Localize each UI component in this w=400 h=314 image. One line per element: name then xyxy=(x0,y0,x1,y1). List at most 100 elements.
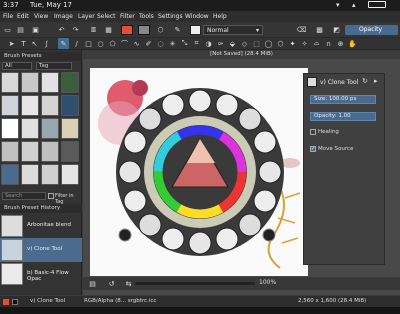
history-item[interactable]: Arbonitae blend xyxy=(0,214,82,238)
preset-search-input[interactable]: Search xyxy=(2,192,46,200)
menu-bar: File Edit View Image Layer Select Filter… xyxy=(0,11,400,22)
menu-window[interactable]: Window xyxy=(185,13,209,20)
mirror-icon[interactable]: ⇆ xyxy=(123,278,134,289)
background-color-swatch[interactable] xyxy=(138,25,150,35)
zoom-tool-icon[interactable]: ⊕ xyxy=(335,38,346,49)
zoom-level[interactable]: 100% xyxy=(259,279,276,286)
preset-tile[interactable] xyxy=(61,141,79,162)
menu-view[interactable]: View xyxy=(34,13,48,20)
reload-icon[interactable]: ↻ xyxy=(362,77,368,85)
color-picker-tool-icon[interactable]: ✑ xyxy=(215,38,226,49)
open-document-icon[interactable]: ▤ xyxy=(15,24,26,35)
menu-filter[interactable]: Filter xyxy=(120,13,135,20)
contiguous-select-tool-icon[interactable]: ✦ xyxy=(287,38,298,49)
assistant-tool-icon[interactable]: ◇ xyxy=(239,38,250,49)
preset-tile[interactable] xyxy=(41,72,59,93)
tag-button[interactable]: Tag xyxy=(36,62,72,70)
preset-tile[interactable] xyxy=(21,95,39,116)
freehand-path-tool-icon[interactable]: ✐ xyxy=(143,38,154,49)
palette-settings-icon[interactable] xyxy=(118,228,132,242)
eraser-mode-icon[interactable]: ⌫ xyxy=(296,24,307,35)
popup-palette[interactable] xyxy=(107,87,293,257)
ellipse-tool-icon[interactable]: ○ xyxy=(95,38,106,49)
text-tool-icon[interactable]: T xyxy=(18,38,29,49)
healing-checkbox[interactable] xyxy=(310,129,316,135)
similar-select-tool-icon[interactable]: ✧ xyxy=(299,38,310,49)
menu-edit[interactable]: Edit xyxy=(17,13,29,20)
gradient-icon[interactable]: ▥ xyxy=(88,24,99,35)
save-icon[interactable]: ▣ xyxy=(30,24,41,35)
crop-tool-icon[interactable]: ⌗ xyxy=(191,38,202,49)
move-source-checkbox[interactable]: ✓ xyxy=(310,146,316,152)
undo-icon[interactable]: ↶ xyxy=(56,24,67,35)
preset-tile[interactable] xyxy=(61,72,79,93)
history-item[interactable]: b) Basic-4 Flow Opac xyxy=(0,262,82,286)
shape-edit-tool-icon[interactable]: ↖ xyxy=(29,38,40,49)
preset-tile[interactable] xyxy=(1,72,19,93)
preset-tile[interactable] xyxy=(41,164,59,185)
menu-layer[interactable]: Layer xyxy=(78,13,95,20)
blend-mode-select[interactable]: Normal ▾ xyxy=(203,25,263,35)
opacity-field[interactable]: Opacity: 1.00 xyxy=(310,112,376,121)
foreground-color-swatch[interactable] xyxy=(121,25,133,35)
gradient-tool-icon[interactable]: ◑ xyxy=(203,38,214,49)
rotate-icon[interactable]: ↺ xyxy=(106,278,117,289)
rectangle-tool-icon[interactable]: □ xyxy=(83,38,94,49)
opacity-slider[interactable]: Opacity xyxy=(345,25,398,35)
fill-tool-icon[interactable]: ⬙ xyxy=(227,38,238,49)
preset-tile[interactable] xyxy=(61,118,79,139)
menu-settings[interactable]: Settings xyxy=(158,13,183,20)
canvas-menu-icon[interactable]: ▤ xyxy=(87,278,98,289)
preset-tile[interactable] xyxy=(61,164,79,185)
brush-preset-icon[interactable]: ⬡ xyxy=(155,24,166,35)
preset-tile[interactable] xyxy=(21,72,39,93)
preset-tile[interactable] xyxy=(41,95,59,116)
preset-tile[interactable] xyxy=(61,95,79,116)
preset-tile[interactable] xyxy=(41,141,59,162)
bezier-tool-icon[interactable]: ∿ xyxy=(131,38,142,49)
preset-tile[interactable] xyxy=(1,141,19,162)
preserve-alpha-icon[interactable]: ▩ xyxy=(314,24,325,35)
redo-icon[interactable]: ↷ xyxy=(70,24,81,35)
date: Tue, May 17 xyxy=(30,1,73,9)
preset-tile[interactable] xyxy=(1,118,19,139)
pan-tool-icon[interactable]: ✋ xyxy=(347,38,358,49)
filter-in-tag-checkbox[interactable] xyxy=(48,193,54,199)
multibrush-tool-icon[interactable]: ✳ xyxy=(167,38,178,49)
new-document-icon[interactable]: ▭ xyxy=(2,24,13,35)
palette-expand-icon[interactable] xyxy=(262,228,276,242)
menu-file[interactable]: File xyxy=(3,13,13,20)
ellipse-select-tool-icon[interactable]: ◯ xyxy=(263,38,274,49)
preset-tile[interactable] xyxy=(21,118,39,139)
menu-icon[interactable]: ▸ xyxy=(374,77,378,85)
menu-image[interactable]: Image xyxy=(54,13,73,20)
calligraphy-tool-icon[interactable]: ∫ xyxy=(41,38,52,49)
magnetic-select-tool-icon[interactable]: ∩ xyxy=(323,38,334,49)
polyline-tool-icon[interactable]: ⌒ xyxy=(119,38,130,49)
preset-tile[interactable] xyxy=(41,118,59,139)
preset-tile-selected[interactable] xyxy=(1,164,19,185)
freehand-brush-tool-icon[interactable]: ✎ xyxy=(58,38,69,49)
size-field[interactable]: Size: 100.00 px xyxy=(310,95,376,104)
preset-tile[interactable] xyxy=(21,141,39,162)
dynamic-brush-tool-icon[interactable]: ◌ xyxy=(155,38,166,49)
menu-tools[interactable]: Tools xyxy=(139,13,154,20)
preset-tile[interactable] xyxy=(21,164,39,185)
menu-select[interactable]: Select xyxy=(97,13,116,20)
brush-editor-icon[interactable]: ✎ xyxy=(172,24,183,35)
pattern-icon[interactable]: ▦ xyxy=(103,24,114,35)
wrap-around-icon[interactable]: ◩ xyxy=(331,24,342,35)
polygon-select-tool-icon[interactable]: ⬡ xyxy=(275,38,286,49)
history-item-selected[interactable]: v) Clone Tool xyxy=(0,238,82,262)
bezier-select-tool-icon[interactable]: ⌓ xyxy=(311,38,322,49)
transform-tool-icon[interactable]: ⤡ xyxy=(179,38,190,49)
zoom-slider[interactable] xyxy=(135,282,255,285)
preset-tile[interactable] xyxy=(1,95,19,116)
history-item-label: b) Basic-4 Flow Opac xyxy=(27,270,69,282)
move-tool-icon[interactable]: ➤ xyxy=(6,38,17,49)
preset-filter-select[interactable]: All xyxy=(2,62,32,70)
polygon-tool-icon[interactable]: ⬠ xyxy=(107,38,118,49)
line-tool-icon[interactable]: / xyxy=(71,38,82,49)
rect-select-tool-icon[interactable]: ⬚ xyxy=(251,38,262,49)
menu-help[interactable]: Help xyxy=(213,13,227,20)
